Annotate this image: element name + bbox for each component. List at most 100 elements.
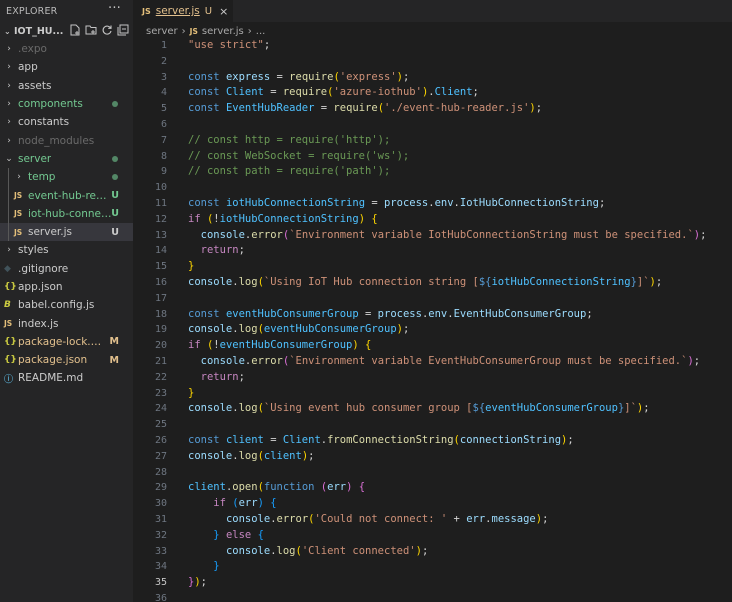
code-token: = (270, 70, 290, 83)
code-line[interactable]: } (188, 559, 732, 575)
git-status-badge: M (109, 354, 119, 366)
code-line[interactable]: console.log('Client connected'); (188, 544, 732, 560)
tree-item[interactable]: ◆ .gitignore (0, 260, 133, 278)
code-line[interactable]: } else { (188, 528, 732, 544)
tree-item[interactable]: JS index.js (0, 314, 133, 332)
code-token: log (238, 323, 258, 336)
code-token: `Using event hub consumer group [ (263, 402, 473, 415)
code-token: error (251, 228, 283, 241)
code-token: err (466, 512, 486, 525)
code-token: // const WebSocket = require('ws'); (188, 149, 410, 162)
code-line[interactable]: const eventHubConsumerGroup = process.en… (188, 307, 732, 323)
code-line[interactable]: const iotHubConnectionString = process.e… (188, 196, 732, 212)
code-token: client (188, 481, 226, 494)
code-line[interactable]: client.open(function (err) { (188, 480, 732, 496)
line-number: 24 (154, 403, 167, 415)
breadcrumb-folder[interactable]: server (146, 26, 178, 37)
tree-item-label: temp (28, 171, 56, 184)
code-area[interactable]: "use strict"; const express = require('ex… (188, 38, 732, 602)
code-line[interactable]: }); (188, 575, 732, 591)
code-line[interactable]: console.error(`Environment variable IotH… (188, 228, 732, 244)
code-line[interactable]: const EventHubReader = require('./event-… (188, 101, 732, 117)
breadcrumb-symbol[interactable]: ... (256, 26, 266, 37)
indent-guide (8, 168, 9, 242)
tree-item[interactable]: JS iot-hub-connec... U (0, 205, 133, 223)
tree-item[interactable]: › temp (0, 168, 133, 186)
tree-item[interactable]: {} package.json M (0, 351, 133, 369)
js-file-icon: JS (142, 6, 151, 16)
code-line[interactable]: } (188, 386, 732, 402)
git-change-dot (112, 155, 118, 162)
code-line[interactable]: // const http = require('http'); (188, 133, 732, 149)
tree-item[interactable]: › styles (0, 241, 133, 259)
code-token: { (358, 481, 366, 494)
code-line[interactable] (188, 591, 732, 602)
code-line[interactable]: } (188, 259, 732, 275)
code-token: ; (421, 544, 429, 557)
tree-item[interactable]: {} app.json (0, 278, 133, 296)
tree-item[interactable]: {}package-lock.json M (0, 333, 133, 351)
code-line[interactable]: console.log(client); (188, 449, 732, 465)
code-line[interactable]: console.log(eventHubConsumerGroup); (188, 322, 732, 338)
code-token: error (276, 512, 309, 525)
code-token: const (188, 196, 226, 209)
tree-item[interactable]: › constants (0, 113, 133, 131)
new-file-icon[interactable] (69, 24, 81, 36)
code-token: return (200, 370, 239, 383)
js-file-icon: JS (4, 319, 13, 329)
project-root[interactable]: ⌄ IOT_HU... (0, 22, 133, 40)
code-editor[interactable]: 1 2 3 4 5 6 7 8 9 10 11 12 13 14 15 16 17 18 19 20 21 22 23 24 2… (133, 38, 732, 602)
tree-item-label: server.js (28, 226, 72, 239)
tree-item[interactable]: › app (0, 58, 133, 76)
code-line[interactable]: // const WebSocket = require('ws'); (188, 149, 732, 165)
code-line[interactable]: return; (188, 243, 732, 259)
tree-item-label: server (18, 152, 52, 165)
code-token: ; (308, 449, 315, 462)
code-line[interactable] (188, 54, 732, 70)
tree-item[interactable]: › components (0, 95, 133, 113)
code-line[interactable]: return; (188, 370, 732, 386)
code-line[interactable] (188, 291, 732, 307)
code-line[interactable]: console.error(`Environment variable Even… (188, 354, 732, 370)
tree-item[interactable]: › assets (0, 77, 133, 95)
tree-item[interactable]: Bbabel.config.js (0, 296, 133, 314)
refresh-icon[interactable] (101, 24, 113, 36)
tree-item[interactable]: JS event-hub-rea... U (0, 186, 133, 204)
code-line[interactable]: if (err) { (188, 496, 732, 512)
code-line[interactable]: const express = require('express'); (188, 70, 732, 86)
code-token: EventHubReader (225, 102, 315, 115)
tree-item[interactable]: ⌄ server (0, 150, 133, 168)
code-token: iotHubConnectionString (219, 212, 359, 225)
code-line[interactable]: console.log(`Using event hub consumer gr… (188, 401, 732, 417)
code-line[interactable]: console.log(`Using IoT Hub connection st… (188, 275, 732, 291)
code-line[interactable] (188, 417, 732, 433)
code-token: const (188, 102, 226, 115)
chevron-down-icon: ⌄ (4, 26, 11, 36)
code-line[interactable]: console.error('Could not connect: ' + er… (188, 512, 732, 528)
code-line[interactable] (188, 180, 732, 196)
code-line[interactable]: if (!eventHubConsumerGroup) { (188, 338, 732, 354)
code-line[interactable]: const client = Client.fromConnectionStri… (188, 433, 732, 449)
new-folder-icon[interactable] (85, 24, 97, 36)
tree-item[interactable]: › node_modules (0, 131, 133, 149)
tree-item[interactable]: › .expo (0, 40, 133, 58)
collapse-all-icon[interactable] (117, 24, 129, 36)
close-icon[interactable]: × (219, 5, 228, 18)
code-line[interactable]: // const path = require('path'); (188, 164, 732, 180)
tab-server-js[interactable]: JS server.js U × (133, 0, 233, 22)
code-line[interactable] (188, 465, 732, 481)
tree-item-label: styles (18, 244, 49, 257)
tree-item-label: components (18, 98, 83, 111)
tree-item[interactable]: JS server.js U (0, 222, 133, 242)
more-actions-icon[interactable]: ··· (108, 1, 121, 16)
code-line[interactable]: const Client = require('azure-iothub').C… (188, 85, 732, 101)
breadcrumb-file[interactable]: server.js (202, 26, 244, 37)
code-token: log (238, 449, 258, 462)
code-token: if (213, 497, 233, 510)
code-line[interactable]: if (!iotHubConnectionString) { (188, 212, 732, 228)
code-line[interactable]: "use strict"; (188, 38, 732, 54)
tree-item[interactable]: ⓘ README.md (0, 369, 133, 387)
code-token: ; (200, 576, 207, 589)
code-line[interactable] (188, 117, 732, 133)
